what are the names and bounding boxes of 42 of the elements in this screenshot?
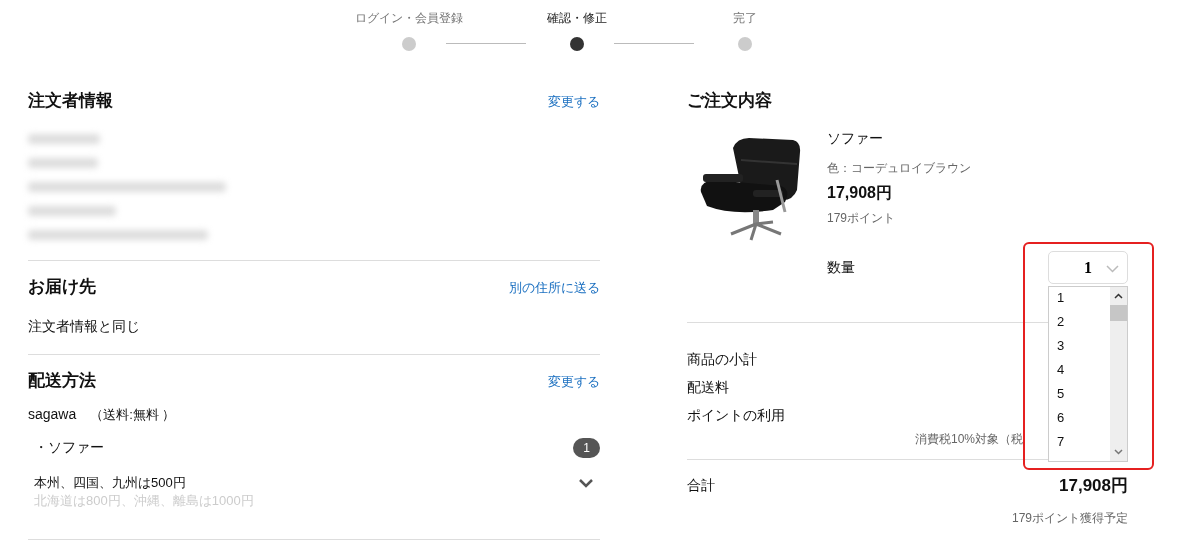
product-color: 色：コーデュロイブラウン [827, 160, 972, 177]
other-address-link[interactable]: 別の住所に送る [509, 279, 600, 297]
step-label: ログイン・会員登録 [355, 10, 463, 26]
section-title: お届け先 [28, 276, 96, 298]
points-note: 179ポイント獲得予定 [1010, 510, 1128, 527]
shipping-fee: （送料:無料 ） [90, 407, 176, 422]
section-title: 配送方法 [28, 370, 96, 392]
item-name: ・ソファー [34, 439, 104, 457]
section-title: ご注文内容 [687, 90, 773, 112]
quantity-option[interactable]: 2 [1049, 311, 1110, 335]
change-link[interactable]: 変更する [548, 373, 600, 391]
total-label: 合計 [687, 476, 715, 495]
quantity-option[interactable]: 6 [1049, 407, 1110, 431]
shipping-note: 本州、四国、九州は500円 [34, 474, 187, 492]
quantity-select[interactable]: 1 [1048, 251, 1128, 284]
quantity-option[interactable]: 5 [1049, 383, 1110, 407]
summary-label: 商品の小計 [687, 351, 757, 369]
total-price: 17,908円 [1059, 475, 1128, 497]
step-label: 完了 [733, 10, 757, 26]
quantity-option[interactable]: 7 [1049, 431, 1110, 455]
scrollbar-thumb[interactable] [1110, 305, 1127, 321]
product-points: 179ポイント [827, 210, 897, 227]
chevron-down-icon[interactable] [578, 478, 594, 488]
change-link[interactable]: 変更する [548, 93, 600, 111]
quantity-option[interactable]: 1 [1049, 287, 1110, 311]
tax-note: 消費税10%対象（税 [915, 431, 1024, 448]
carrier-name: sagawa [28, 406, 77, 422]
section-title: 注文者情報 [28, 90, 113, 112]
quantity-label: 数量 [827, 258, 855, 277]
product-price: 17,908円 [827, 183, 893, 203]
summary-label: 配送料 [687, 379, 729, 397]
step-label: 確認・修正 [547, 10, 607, 26]
summary-label: ポイントの利用 [687, 407, 785, 425]
quantity-option[interactable]: 4 [1049, 359, 1110, 383]
scroll-down-icon[interactable] [1114, 449, 1123, 455]
scroll-up-icon[interactable] [1114, 293, 1123, 299]
quantity-option[interactable]: 3 [1049, 335, 1110, 359]
product-name: ソファー [827, 130, 884, 148]
chevron-down-icon [1106, 265, 1119, 273]
scrollbar[interactable] [1110, 287, 1127, 461]
quantity-badge: 1 [573, 438, 600, 458]
address-text: 注文者情報と同じ [28, 318, 141, 336]
